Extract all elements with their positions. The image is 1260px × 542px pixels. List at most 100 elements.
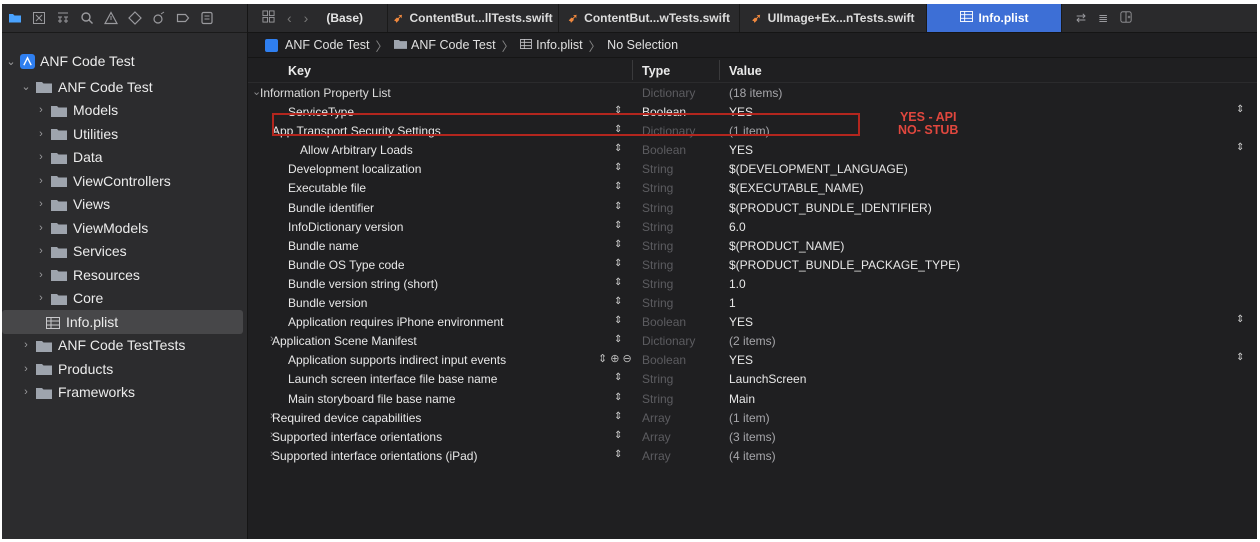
tab-contentbutton-cell-tests[interactable]: ➹ ContentBut...llTests.swift: [387, 4, 558, 32]
plist-row[interactable]: Allow Arbitrary Loads ⇕ Boolean YES ⇕: [248, 140, 1257, 159]
plist-type[interactable]: Boolean: [642, 353, 686, 367]
plist-key[interactable]: Application requires iPhone environment: [288, 315, 503, 329]
plist-key[interactable]: Main storyboard file base name: [288, 392, 455, 406]
plist-row[interactable]: Bundle version ⇕ String 1: [248, 293, 1257, 312]
plist-row[interactable]: › Required device capabilities ⇕ Array (1 it…: [248, 408, 1257, 427]
plist-row[interactable]: Bundle name ⇕ String $(PRODUCT_NAME): [248, 236, 1257, 255]
jumpbar-file[interactable]: Info.plist: [536, 38, 583, 52]
back-arrow-icon[interactable]: ‹: [287, 10, 292, 26]
plist-type[interactable]: String: [642, 181, 673, 195]
plist-row[interactable]: Launch screen interface file base name ⇕ S…: [248, 369, 1257, 388]
plist-row[interactable]: ServiceType ⇕ Boolean YES ⇕: [248, 102, 1257, 121]
chevron-right-icon[interactable]: ›: [35, 292, 47, 304]
plist-type[interactable]: Array: [642, 411, 671, 425]
chevron-right-icon[interactable]: ›: [20, 339, 32, 351]
jumpbar-group[interactable]: ANF Code Test: [411, 38, 496, 52]
header-value[interactable]: Value: [729, 64, 762, 78]
plist-value[interactable]: $(EXECUTABLE_NAME): [729, 181, 863, 195]
tab-uiimage-extension-tests[interactable]: ➹ UIImage+Ex...nTests.swift: [739, 4, 926, 32]
plist-value[interactable]: (18 items): [729, 86, 782, 100]
plist-value[interactable]: 1: [729, 296, 736, 310]
add-editor-icon[interactable]: [1120, 10, 1132, 26]
plist-type[interactable]: String: [642, 258, 673, 272]
plist-row[interactable]: Development localization ⇕ String $(DEVELOP…: [248, 159, 1257, 178]
column-divider[interactable]: [632, 60, 633, 80]
stepper-icon[interactable]: ⇕: [614, 104, 622, 118]
plist-row[interactable]: ⌄ App Transport Security Settings ⇕ Diction…: [248, 121, 1257, 140]
stepper-icon[interactable]: ⇕: [614, 429, 622, 443]
related-items-icon[interactable]: ⇄: [1076, 11, 1086, 25]
plist-key[interactable]: Executable file: [288, 181, 366, 195]
plist-type[interactable]: String: [642, 392, 673, 406]
plist-type[interactable]: Dictionary: [642, 124, 695, 138]
plist-value[interactable]: (1 item): [729, 124, 770, 138]
plist-value[interactable]: LaunchScreen: [729, 372, 806, 386]
plist-type[interactable]: String: [642, 296, 673, 310]
plist-row[interactable]: Application requires iPhone environment ⇕…: [248, 312, 1257, 331]
plist-key[interactable]: Bundle identifier: [288, 201, 374, 215]
tree-item-anf-code-testtests[interactable]: › ANF Code TestTests: [2, 334, 247, 358]
plist-key[interactable]: Bundle version: [288, 296, 367, 310]
plist-value[interactable]: (2 items): [729, 334, 776, 348]
tree-item-core[interactable]: › Core: [2, 287, 247, 311]
plist-value[interactable]: 1.0: [729, 277, 746, 291]
plist-key[interactable]: App Transport Security Settings: [272, 124, 441, 138]
forward-arrow-icon[interactable]: ›: [304, 10, 309, 26]
chevron-right-icon[interactable]: ›: [35, 198, 47, 210]
chevron-down-icon[interactable]: ⌄: [5, 55, 17, 68]
jumpbar-selection[interactable]: No Selection: [607, 38, 678, 52]
stepper-icon[interactable]: ⇕: [614, 238, 622, 252]
symbol-icon[interactable]: [56, 11, 70, 25]
folder-icon[interactable]: [8, 11, 22, 25]
report-icon[interactable]: [200, 11, 214, 25]
tree-item-views[interactable]: › Views: [2, 193, 247, 217]
tab-contentbutton-view-tests[interactable]: ➹ ContentBut...wTests.swift: [558, 4, 739, 32]
tree-item-viewmodels[interactable]: › ViewModels: [2, 216, 247, 240]
plist-type[interactable]: String: [642, 372, 673, 386]
plist-row[interactable]: ⌄ Information Property List Dictionary (18 …: [248, 83, 1257, 102]
stepper-icon[interactable]: ⇕: [614, 333, 622, 347]
stepper-icon[interactable]: ⇕: [614, 448, 622, 462]
header-type[interactable]: Type: [642, 64, 670, 78]
stepper-icon[interactable]: ⇕: [614, 276, 622, 290]
chevron-down-icon[interactable]: ⌄: [20, 80, 32, 93]
remove-circle-icon[interactable]: ⊖: [622, 352, 631, 365]
test-icon[interactable]: [128, 11, 142, 25]
plist-value[interactable]: YES: [729, 105, 753, 119]
plist-value[interactable]: 6.0: [729, 220, 746, 234]
plist-type[interactable]: String: [642, 220, 673, 234]
plist-type[interactable]: Dictionary: [642, 334, 695, 348]
plist-row[interactable]: Bundle version string (short) ⇕ String 1.0: [248, 274, 1257, 293]
plist-value[interactable]: (4 items): [729, 449, 776, 463]
value-popup-icon[interactable]: ⇕: [1236, 104, 1244, 115]
plist-type[interactable]: String: [642, 277, 673, 291]
tree-item-resources[interactable]: › Resources: [2, 263, 247, 287]
plist-type[interactable]: String: [642, 162, 673, 176]
add-circle-icon[interactable]: ⊕: [610, 352, 619, 365]
value-popup-icon[interactable]: ⇕: [1236, 314, 1244, 325]
chevron-right-icon[interactable]: ›: [35, 175, 47, 187]
editor-options-icon[interactable]: ≣: [1098, 11, 1108, 25]
stepper-icon[interactable]: ⇕: [614, 161, 622, 175]
stepper-icon[interactable]: ⇕: [614, 371, 622, 385]
plist-key[interactable]: Supported interface orientations: [272, 430, 442, 444]
plist-type[interactable]: Boolean: [642, 143, 686, 157]
stepper-icon[interactable]: ⇕: [614, 200, 622, 214]
plist-type[interactable]: Boolean: [642, 105, 686, 119]
plist-type[interactable]: Array: [642, 430, 671, 444]
tree-item-utilities[interactable]: › Utilities: [2, 122, 247, 146]
chevron-right-icon[interactable]: ›: [35, 128, 47, 140]
stepper-icon[interactable]: ⇕: [614, 410, 622, 424]
plist-row[interactable]: Bundle identifier ⇕ String $(PRODUCT_BUNDLE…: [248, 198, 1257, 217]
chevron-right-icon[interactable]: ›: [35, 245, 47, 257]
warning-icon[interactable]: [104, 11, 118, 25]
chevron-right-icon[interactable]: ›: [20, 363, 32, 375]
column-divider[interactable]: [719, 60, 720, 80]
plist-key[interactable]: Information Property List: [260, 86, 391, 100]
stepper-icon[interactable]: ⇕: [614, 314, 622, 328]
stepper-icon[interactable]: ⇕: [614, 257, 622, 271]
tree-item-viewcontrollers[interactable]: › ViewControllers: [2, 169, 247, 193]
tree-group-main[interactable]: ⌄ ANF Code Test: [2, 75, 247, 99]
plist-row[interactable]: Application supports indirect input even…: [248, 350, 1257, 369]
plist-key[interactable]: Bundle version string (short): [288, 277, 438, 291]
